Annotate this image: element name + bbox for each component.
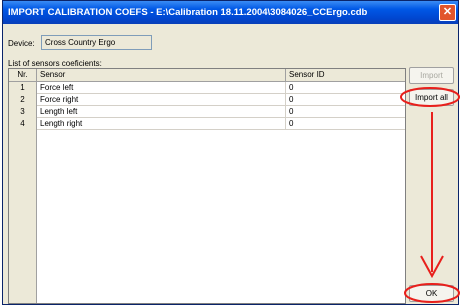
sensors-list-label: List of sensors coeficients: <box>8 59 102 68</box>
sensor-id-cell: 0 <box>289 83 294 92</box>
row-number: 3 <box>9 106 37 118</box>
sensor-name-cell: Length left <box>37 106 286 118</box>
table-row[interactable]: 2 Force right 0 <box>9 94 405 106</box>
ok-button[interactable]: OK <box>409 285 454 302</box>
sensor-id-cell: 0 <box>289 119 294 128</box>
row-number: 1 <box>9 82 37 94</box>
table-header: Nr. Sensor Sensor ID <box>9 69 405 82</box>
row-number: 4 <box>9 118 37 130</box>
row-number: 2 <box>9 94 37 106</box>
sensor-name-cell: Force right <box>37 94 286 106</box>
title-bar: IMPORT CALIBRATION COEFS - E:\Calibratio… <box>3 1 458 24</box>
table-row[interactable]: 4 Length right 0 <box>9 118 405 130</box>
device-label: Device: <box>8 39 35 48</box>
sensor-id-cell: 0 <box>289 107 294 116</box>
import-button[interactable]: Import <box>409 67 454 84</box>
import-calibration-window: IMPORT CALIBRATION COEFS - E:\Calibratio… <box>2 0 459 305</box>
close-icon[interactable]: ✕ <box>439 4 456 21</box>
sensor-name-cell: Force left <box>37 82 286 94</box>
sensor-id-cell: 0 <box>289 95 294 104</box>
column-header-nr[interactable]: Nr. <box>9 69 37 82</box>
sensor-name-cell: Length right <box>37 118 286 130</box>
sensors-table[interactable]: Nr. Sensor Sensor ID 1 Force left 0 2 Fo… <box>8 68 406 304</box>
table-row[interactable]: 1 Force left 0 <box>9 82 405 94</box>
window-title: IMPORT CALIBRATION COEFS - E:\Calibratio… <box>8 7 368 18</box>
column-header-sensor[interactable]: Sensor <box>37 69 286 82</box>
column-header-sensor-id[interactable]: Sensor ID <box>286 69 405 82</box>
import-all-button[interactable]: Import all <box>409 89 454 106</box>
device-field: Cross Country Ergo <box>41 35 152 50</box>
table-row[interactable]: 3 Length left 0 <box>9 106 405 118</box>
